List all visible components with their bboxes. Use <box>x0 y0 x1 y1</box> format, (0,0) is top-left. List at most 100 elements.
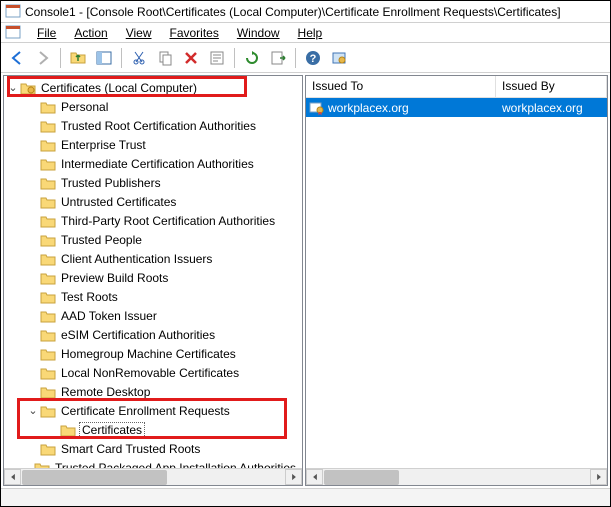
separator <box>60 48 61 68</box>
scroll-right-icon[interactable] <box>285 469 302 485</box>
menu-bar: File Action View Favorites Window Help <box>1 23 610 43</box>
tree-pane: ⌄ Certificates (Local Computer) Personal… <box>3 75 303 486</box>
folder-icon <box>40 233 56 247</box>
cell-issued-by: workplacex.org <box>496 101 607 115</box>
tree-item[interactable]: Untrusted Certificates <box>4 192 302 211</box>
tree-item[interactable]: Enterprise Trust <box>4 135 302 154</box>
expander-icon[interactable]: ⌄ <box>6 81 20 94</box>
properties-button[interactable] <box>205 46 229 70</box>
export-list-button[interactable] <box>266 46 290 70</box>
toolbar <box>1 43 610 73</box>
folder-icon <box>40 252 56 266</box>
menu-favorites[interactable]: Favorites <box>162 25 227 41</box>
separator <box>295 48 296 68</box>
help-button[interactable] <box>301 46 325 70</box>
list-body[interactable]: workplacex.org workplacex.org <box>306 98 607 485</box>
tree-root[interactable]: ⌄ Certificates (Local Computer) <box>4 78 302 97</box>
tree-item[interactable]: Smart Card Trusted Roots <box>4 439 302 458</box>
menu-view[interactable]: View <box>118 25 160 41</box>
list-header: Issued To Issued By <box>306 76 607 98</box>
tree-item-label: Certificate Enrollment Requests <box>59 404 232 418</box>
tree-item[interactable]: AAD Token Issuer <box>4 306 302 325</box>
menu-window[interactable]: Window <box>229 25 288 41</box>
scroll-right-icon[interactable] <box>590 469 607 485</box>
up-one-level-button[interactable] <box>66 46 90 70</box>
tree-item-label: Homegroup Machine Certificates <box>59 347 238 361</box>
folder-icon <box>40 347 56 361</box>
tree-item-label: Third-Party Root Certification Authoriti… <box>59 214 277 228</box>
list-h-scrollbar[interactable] <box>306 468 607 485</box>
tree-item-label: AAD Token Issuer <box>59 309 159 323</box>
window-title: Console1 - [Console Root\Certificates (L… <box>25 5 561 19</box>
delete-button[interactable] <box>179 46 203 70</box>
folder-icon <box>40 138 56 152</box>
tree-item[interactable]: Remote Desktop <box>4 382 302 401</box>
tree-root-label: Certificates (Local Computer) <box>39 81 199 95</box>
list-row[interactable]: workplacex.org workplacex.org <box>306 98 607 117</box>
tree-item-label: Intermediate Certification Authorities <box>59 157 256 171</box>
folder-icon <box>40 442 56 456</box>
refresh-button[interactable] <box>240 46 264 70</box>
tree-item-label: Smart Card Trusted Roots <box>59 442 202 456</box>
tree-item[interactable]: Test Roots <box>4 287 302 306</box>
folder-icon <box>40 271 56 285</box>
tree-item-label: Enterprise Trust <box>59 138 148 152</box>
tree-item[interactable]: eSIM Certification Authorities <box>4 325 302 344</box>
folder-icon <box>40 366 56 380</box>
tree-item[interactable]: Trusted Publishers <box>4 173 302 192</box>
tree-item-label: Client Authentication Issuers <box>59 252 214 266</box>
tree-item[interactable]: Trusted People <box>4 230 302 249</box>
tree-item-label: Local NonRemovable Certificates <box>59 366 241 380</box>
tree-item[interactable]: Trusted Root Certification Authorities <box>4 116 302 135</box>
forward-button[interactable] <box>31 46 55 70</box>
tree-item[interactable]: Trusted Packaged App Installation Author… <box>4 458 302 468</box>
tree-item-label: Personal <box>59 100 110 114</box>
tree-item-label: Certificates <box>79 422 145 438</box>
folder-icon <box>40 119 56 133</box>
folder-icon <box>40 328 56 342</box>
tree-item[interactable]: Personal <box>4 97 302 116</box>
menu-file[interactable]: File <box>29 25 64 41</box>
col-issued-to[interactable]: Issued To <box>306 76 496 98</box>
snapin-icon <box>5 25 21 41</box>
tree-item[interactable]: Certificates <box>4 420 302 439</box>
tree-item[interactable]: ⌄ Certificate Enrollment Requests <box>4 401 302 420</box>
folder-icon <box>60 423 76 437</box>
folder-icon <box>40 100 56 114</box>
expander-icon[interactable]: ⌄ <box>26 404 40 417</box>
tree-item-label: Test Roots <box>59 290 120 304</box>
list-pane: Issued To Issued By workplacex.orgworkpl… <box>305 75 608 486</box>
copy-button[interactable] <box>153 46 177 70</box>
mmc-window: Console1 - [Console Root\Certificates (L… <box>0 0 611 507</box>
cell-issued-to: workplacex.org <box>328 101 409 115</box>
tree-item-label: Trusted Packaged App Installation Author… <box>53 461 298 469</box>
certificate-icon <box>309 101 325 115</box>
tree-item[interactable]: Local NonRemovable Certificates <box>4 363 302 382</box>
folder-icon <box>40 290 56 304</box>
tree-item-label: Remote Desktop <box>59 385 152 399</box>
tree-h-scrollbar[interactable] <box>4 468 302 485</box>
folder-icon <box>40 309 56 323</box>
mmc-icon <box>5 4 21 20</box>
status-bar <box>1 488 610 506</box>
tree-item[interactable]: Client Authentication Issuers <box>4 249 302 268</box>
certificate-toolbar-button[interactable] <box>327 46 351 70</box>
scroll-left-icon[interactable] <box>4 469 21 485</box>
tree-item-label: Untrusted Certificates <box>59 195 178 209</box>
tree-view[interactable]: ⌄ Certificates (Local Computer) Personal… <box>4 76 302 468</box>
back-button[interactable] <box>5 46 29 70</box>
scroll-left-icon[interactable] <box>306 469 323 485</box>
tree-item[interactable]: Preview Build Roots <box>4 268 302 287</box>
col-issued-by[interactable]: Issued By <box>496 76 607 98</box>
client-area: ⌄ Certificates (Local Computer) Personal… <box>1 73 610 488</box>
tree-item[interactable]: Intermediate Certification Authorities <box>4 154 302 173</box>
separator <box>121 48 122 68</box>
menu-help[interactable]: Help <box>290 25 331 41</box>
folder-icon <box>40 176 56 190</box>
show-hide-tree-button[interactable] <box>92 46 116 70</box>
cut-button[interactable] <box>127 46 151 70</box>
tree-item[interactable]: Third-Party Root Certification Authoriti… <box>4 211 302 230</box>
menu-action[interactable]: Action <box>66 25 115 41</box>
tree-item[interactable]: Homegroup Machine Certificates <box>4 344 302 363</box>
folder-icon <box>40 214 56 228</box>
